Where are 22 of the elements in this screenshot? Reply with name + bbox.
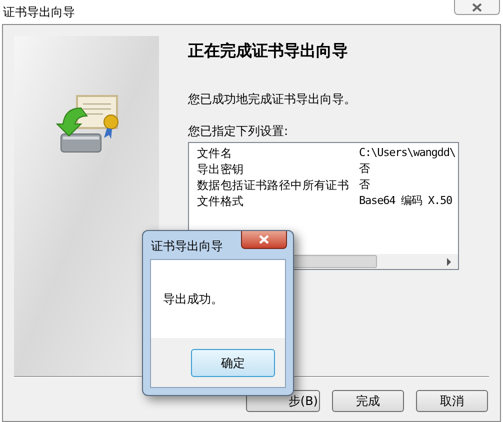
scroll-right-icon[interactable] xyxy=(446,258,452,266)
ok-button[interactable]: 确定 xyxy=(191,348,275,376)
setting-value: 否 xyxy=(359,161,370,177)
cancel-button[interactable]: 取消 xyxy=(416,390,488,412)
settings-label: 您已指定下列设置: xyxy=(188,123,290,140)
setting-value: C:\Users\wangdd\ xyxy=(359,145,456,161)
close-icon xyxy=(472,2,482,12)
window-title: 证书导出向导 xyxy=(2,4,75,21)
setting-name: 导出密钥 xyxy=(197,161,245,177)
close-button[interactable] xyxy=(454,0,500,15)
setting-name: 文件名 xyxy=(197,145,234,161)
setting-value: 否 xyxy=(359,177,370,193)
setting-name: 数据包括证书路径中所有证书 xyxy=(197,177,350,193)
finish-button[interactable]: 完成 xyxy=(332,390,404,412)
completion-message: 您已成功地完成证书导出向导。 xyxy=(188,91,357,108)
dialog-title: 证书导出向导 xyxy=(150,238,223,255)
setting-value: Base64 编码 X.50 xyxy=(359,193,452,209)
dialog-close-button[interactable] xyxy=(241,231,287,249)
close-icon xyxy=(259,235,269,244)
dialog-message: 导出成功。 xyxy=(163,291,223,308)
wizard-heading: 正在完成证书导出向导 xyxy=(188,40,349,62)
setting-name: 文件格式 xyxy=(197,193,245,209)
